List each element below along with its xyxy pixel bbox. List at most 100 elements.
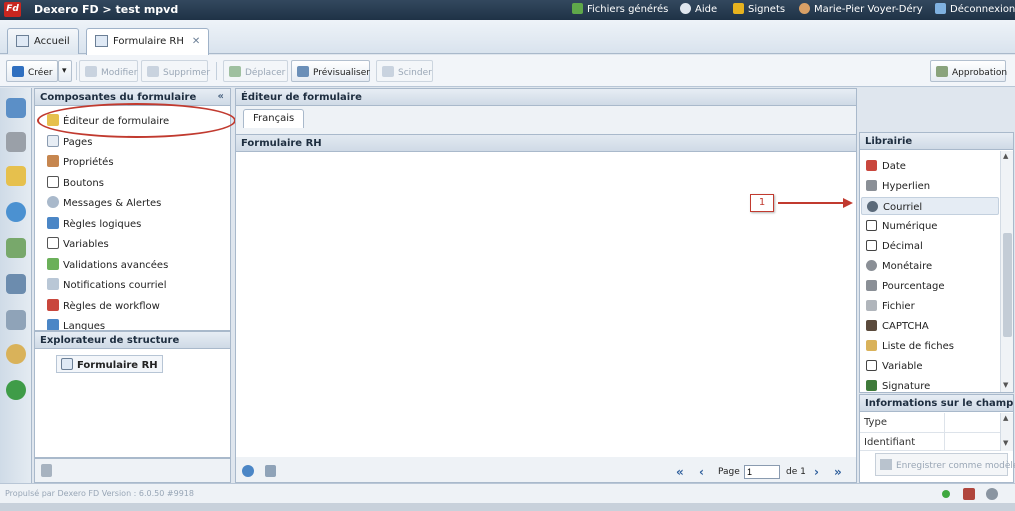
status-bar: Propulsé par Dexero FD Version : 6.0.50 … xyxy=(0,483,1015,503)
scrollbar-thumb[interactable] xyxy=(1003,233,1012,337)
library-item-email[interactable]: Courriel xyxy=(861,197,999,215)
library-item-file[interactable]: Fichier xyxy=(861,297,999,315)
settings-icon[interactable] xyxy=(986,488,998,500)
logout-link[interactable]: Déconnexion xyxy=(935,3,1015,15)
annotation-callout-number: 1 xyxy=(750,194,774,212)
scroll-up-icon[interactable]: ▲ xyxy=(1003,152,1008,160)
previous-page-icon[interactable]: ‹ xyxy=(699,465,704,479)
preview-button[interactable]: Prévisualiser xyxy=(291,60,370,82)
tab-home-label: Accueil xyxy=(34,36,70,47)
split-button[interactable]: Scinder xyxy=(376,60,433,82)
structure-tree-item[interactable]: Formulaire RH xyxy=(56,355,163,373)
version-text: Propulsé par Dexero FD Version : 6.0.50 … xyxy=(5,489,194,498)
tab-language-french[interactable]: Français xyxy=(243,109,305,128)
rail-web-icon[interactable] xyxy=(6,380,26,400)
approval-label: Approbation xyxy=(952,68,1008,78)
component-label: Langues xyxy=(63,321,106,330)
library-item-signature[interactable]: Signature xyxy=(861,377,999,392)
component-logic-rules[interactable]: Règles logiques xyxy=(47,214,141,232)
library-item-label: Courriel xyxy=(883,202,923,213)
user-name: Marie-Pier Voyer-Déry xyxy=(814,4,923,15)
last-page-icon[interactable]: » xyxy=(834,465,842,479)
rail-reports-icon[interactable] xyxy=(6,238,26,258)
app-title: Dexero FD > test mpvd xyxy=(34,3,179,16)
create-button[interactable]: Créer xyxy=(6,60,58,82)
library-item-percentage[interactable]: Pourcentage xyxy=(861,277,999,295)
user-link[interactable]: Marie-Pier Voyer-Déry xyxy=(799,3,923,15)
export-icon[interactable] xyxy=(265,465,276,477)
save-icon xyxy=(880,459,892,470)
first-page-icon[interactable]: « xyxy=(676,465,684,479)
move-button[interactable]: Déplacer xyxy=(223,60,288,82)
refresh-icon[interactable] xyxy=(242,465,254,477)
close-icon[interactable]: ✕ xyxy=(192,36,200,47)
help-label: Aide xyxy=(695,4,718,15)
rail-data-icon[interactable] xyxy=(6,132,26,152)
scroll-up-icon[interactable]: ▲ xyxy=(1003,414,1008,422)
field-info-scrollbar[interactable]: ▲ ▼ xyxy=(1000,413,1013,451)
save-as-model-label: Enregistrer comme modèle xyxy=(896,461,1015,471)
library-item-date[interactable]: Date xyxy=(861,157,999,175)
library-scrollbar[interactable]: ▲ ▼ xyxy=(1000,151,1013,392)
help-link[interactable]: Aide xyxy=(680,3,717,15)
scroll-down-icon[interactable]: ▼ xyxy=(1003,439,1008,447)
component-messages[interactable]: Messages & Alertes xyxy=(47,193,161,211)
rail-forms-icon[interactable] xyxy=(6,98,26,118)
field-identifier-value[interactable] xyxy=(944,433,1000,450)
app-logo: Fd xyxy=(4,2,21,17)
move-icon xyxy=(229,66,241,77)
annotation-arrow xyxy=(778,202,844,204)
modify-button[interactable]: Modifier xyxy=(79,60,138,82)
library-item-record-list[interactable]: Liste de fiches xyxy=(861,337,999,355)
library-item-numeric[interactable]: Numérique xyxy=(861,217,999,235)
library-item-captcha[interactable]: CAPTCHA xyxy=(861,317,999,335)
modify-label: Modifier xyxy=(101,68,138,78)
form-canvas-title: Formulaire RH xyxy=(236,135,856,152)
library-item-decimal[interactable]: Décimal xyxy=(861,237,999,255)
field-type-value[interactable] xyxy=(944,413,1000,432)
logout-label: Déconnexion xyxy=(950,4,1015,15)
scroll-down-icon[interactable]: ▼ xyxy=(1003,381,1008,389)
rail-search-icon[interactable] xyxy=(6,344,26,364)
percent-icon xyxy=(866,280,877,291)
pdf-icon[interactable] xyxy=(963,488,975,500)
approval-button[interactable]: Approbation xyxy=(930,60,1008,82)
component-variables[interactable]: Variables xyxy=(47,234,109,252)
rail-globe-icon[interactable] xyxy=(6,202,26,222)
download-icon xyxy=(572,3,583,14)
component-properties[interactable]: Propriétés xyxy=(47,152,114,170)
component-label: Messages & Alertes xyxy=(63,198,162,209)
component-email-notifications[interactable]: Notifications courriel xyxy=(47,275,166,293)
delete-button[interactable]: Supprimer xyxy=(141,60,210,82)
trash-icon[interactable] xyxy=(41,464,52,477)
library-item-currency[interactable]: Monétaire xyxy=(861,257,999,275)
library-item-hyperlink[interactable]: Hyperlien xyxy=(861,177,999,195)
component-buttons[interactable]: Boutons xyxy=(47,173,104,191)
home-icon xyxy=(16,35,29,47)
module-rail xyxy=(0,88,32,483)
rail-tools-icon[interactable] xyxy=(6,310,26,330)
next-page-icon[interactable]: › xyxy=(814,465,819,479)
generated-files-link[interactable]: Fichiers générés xyxy=(572,3,668,15)
bookmarks-link[interactable]: Signets xyxy=(733,3,785,15)
create-dropdown-button[interactable]: ▾ xyxy=(58,60,72,82)
page-number-input[interactable] xyxy=(744,465,780,479)
component-label: Notifications courriel xyxy=(63,280,167,291)
left-panel-footer xyxy=(34,458,231,483)
rail-editor-icon[interactable] xyxy=(6,166,26,186)
tab-form-rh[interactable]: Formulaire RH ✕ xyxy=(86,28,210,55)
structure-tree-label: Formulaire RH xyxy=(77,360,158,371)
rail-users-icon[interactable] xyxy=(6,274,26,294)
library-item-variable[interactable]: Variable xyxy=(861,357,999,375)
collapse-icon[interactable]: « xyxy=(218,91,224,102)
logout-icon xyxy=(935,3,946,14)
component-advanced-validations[interactable]: Validations avancées xyxy=(47,255,168,273)
save-as-model-button[interactable]: Enregistrer comme modèle xyxy=(875,453,1015,476)
workflow-icon xyxy=(47,299,59,311)
library-header: Librairie xyxy=(860,133,1013,150)
component-languages[interactable]: Langues xyxy=(47,316,105,330)
field-info-header: Informations sur le champ xyxy=(860,395,1013,412)
tab-home[interactable]: Accueil xyxy=(7,28,79,54)
form-canvas[interactable]: Formulaire RH xyxy=(236,134,856,457)
component-workflow-rules[interactable]: Règles de workflow xyxy=(47,296,160,314)
